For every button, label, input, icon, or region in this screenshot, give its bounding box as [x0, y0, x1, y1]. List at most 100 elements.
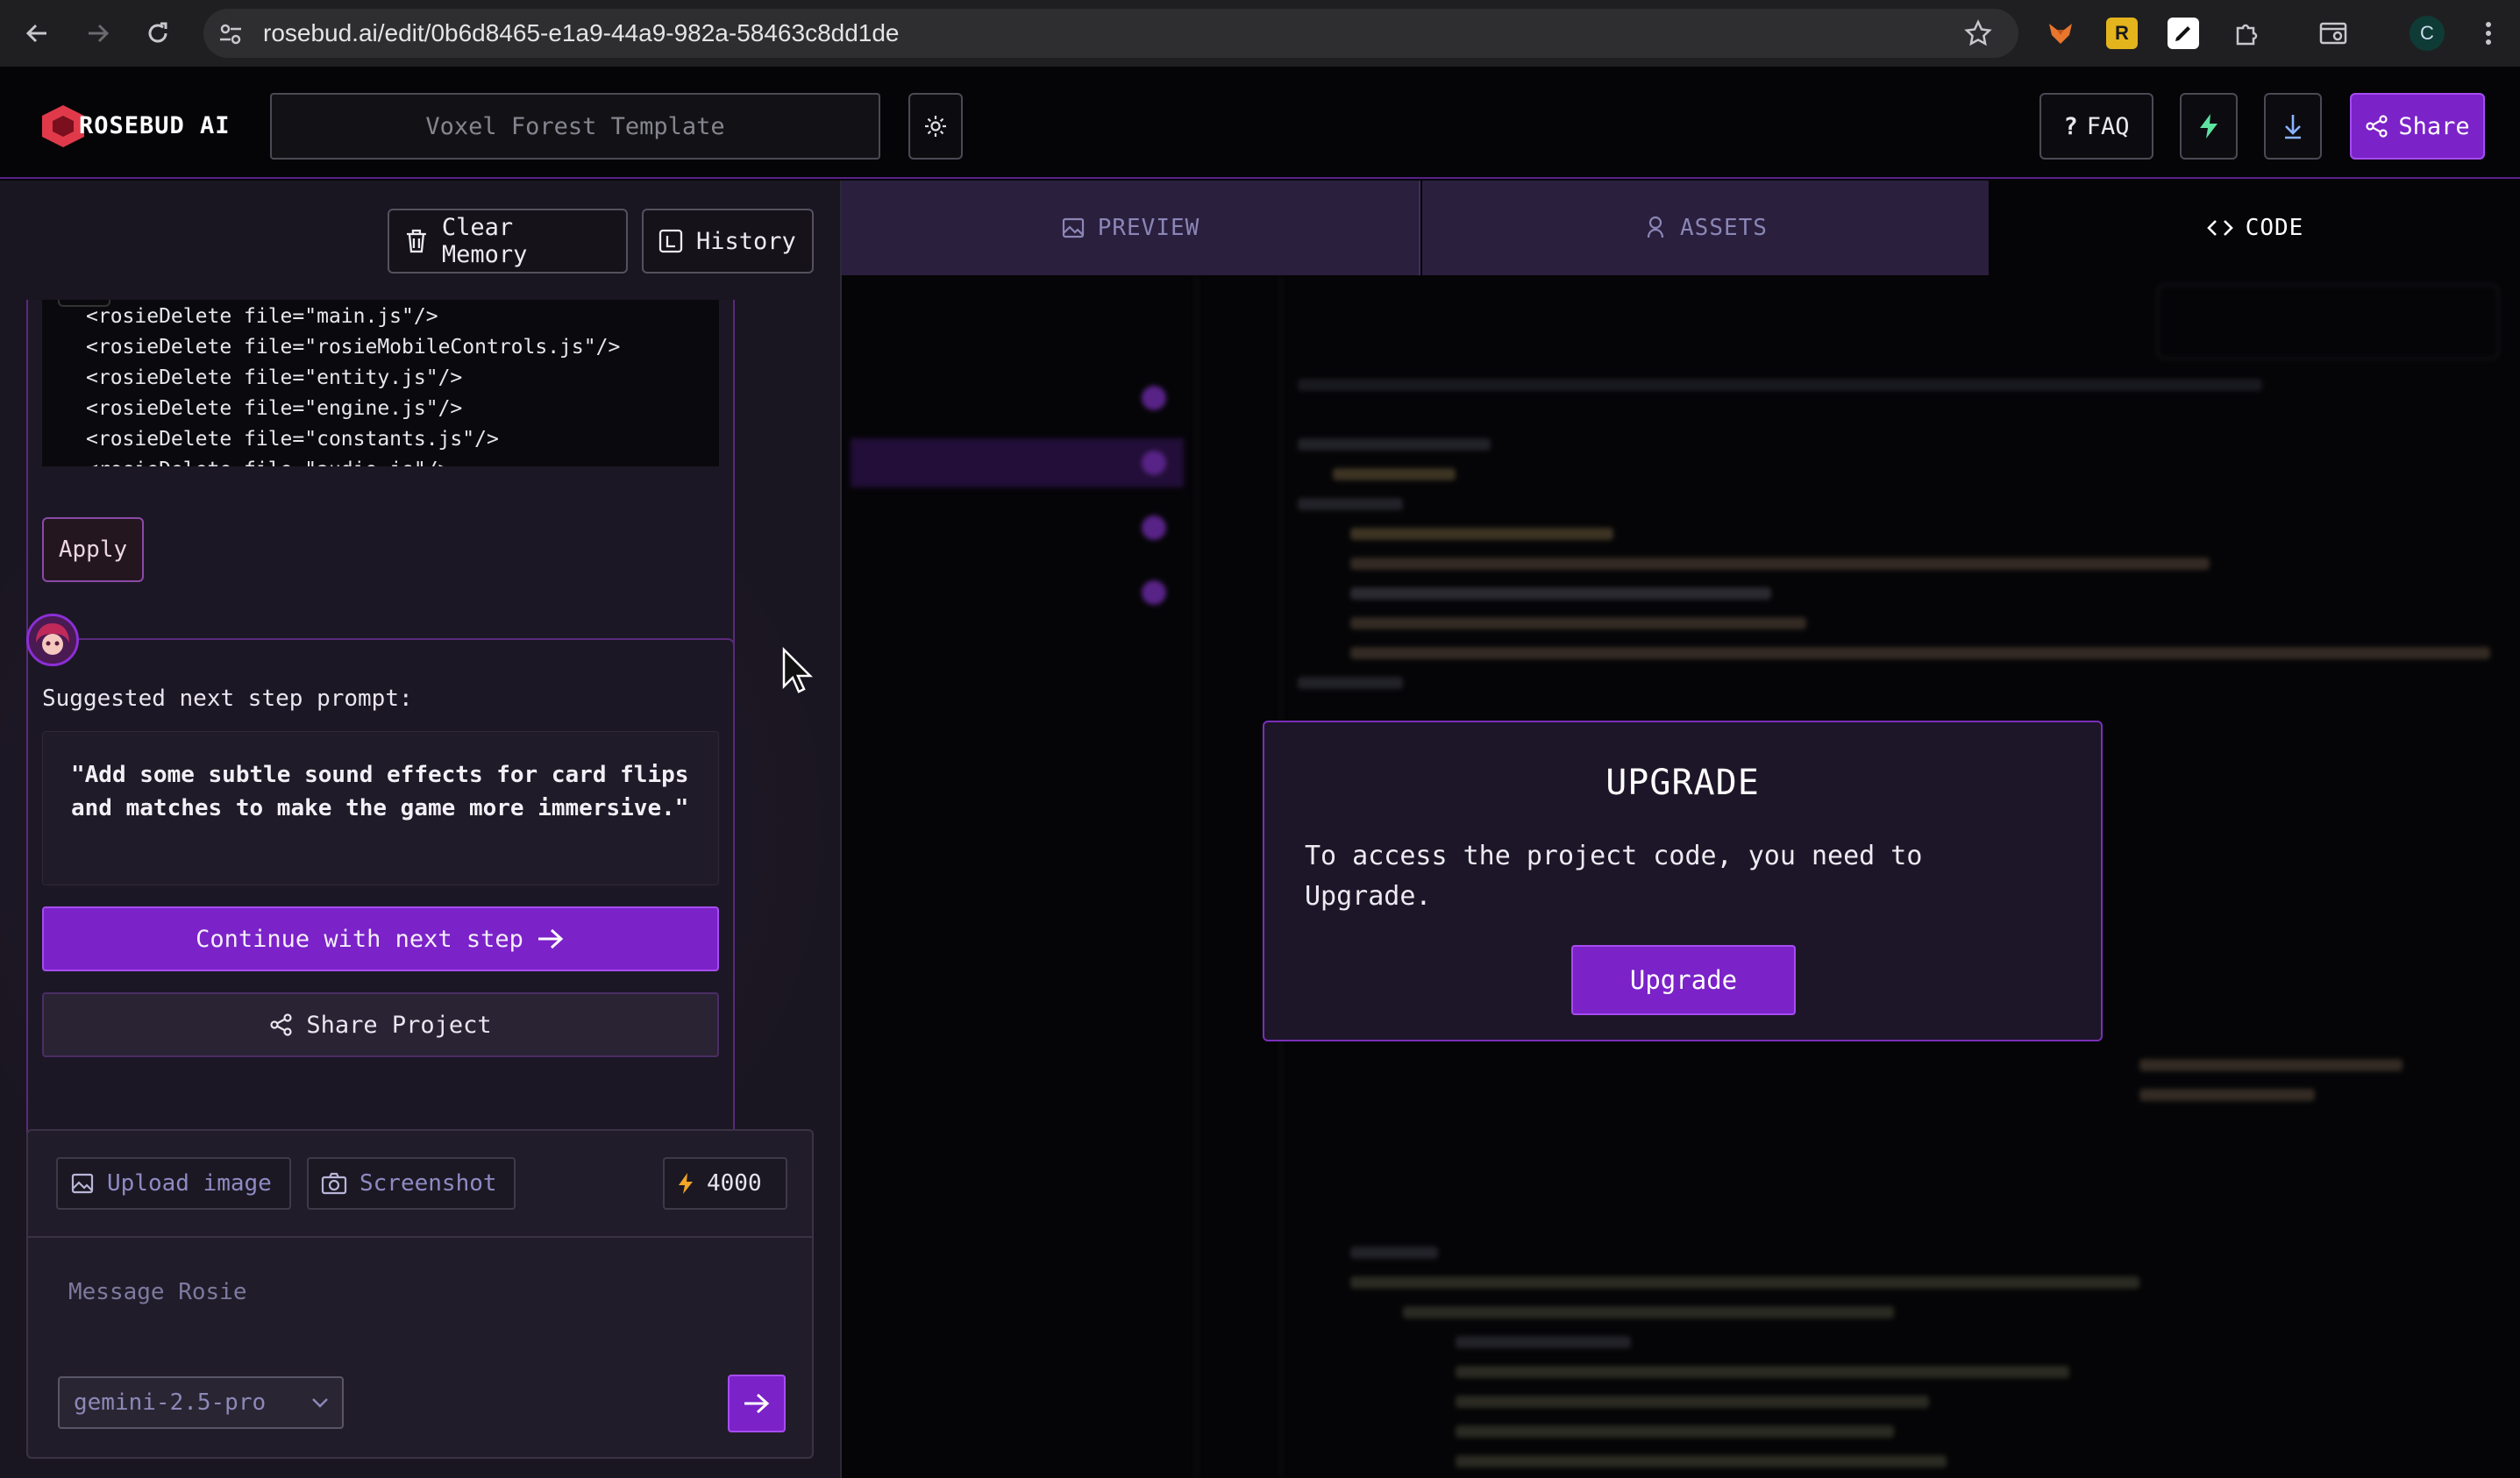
history-icon [658, 229, 683, 253]
fox-extension-icon[interactable] [2045, 18, 2076, 49]
boost-button[interactable] [2180, 93, 2238, 160]
blurred-code-line [1350, 528, 1613, 540]
apply-button[interactable]: Apply [42, 517, 144, 582]
blurred-code-line [1350, 1276, 2139, 1289]
share-project-button[interactable]: Share Project [42, 992, 719, 1057]
blurred-code-line [1456, 1336, 1631, 1348]
history-label: History [696, 227, 796, 255]
modal-message: To access the project code, you need to … [1305, 841, 1923, 912]
chat-panel: <rosieDelete file="main.js"/> <rosieDele… [0, 181, 840, 1478]
model-select[interactable]: gemini-2.5-pro [58, 1376, 344, 1429]
r-extension-icon[interactable]: R [2106, 18, 2138, 49]
pen-extension-icon[interactable] [2168, 18, 2199, 49]
code-icon [2206, 220, 2233, 236]
suggested-prompt: "Add some subtle sound effects for card … [42, 731, 719, 885]
blurred-code-line [2139, 1089, 2315, 1101]
bookmark-star-icon[interactable] [1964, 19, 1992, 51]
code-line: <rosieDelete file="entity.js"/> [86, 366, 463, 389]
mouse-cursor-icon [780, 646, 815, 700]
blurred-code-line [1456, 1425, 1894, 1438]
tab-preview-label: PREVIEW [1097, 215, 1200, 241]
extensions-puzzle-icon[interactable] [2231, 18, 2262, 49]
trash-icon [406, 229, 426, 253]
blurred-code-line [1298, 498, 1403, 510]
share-icon [270, 1013, 292, 1036]
continue-label: Continue with next step [196, 925, 523, 953]
blurred-code-line [1403, 1306, 1894, 1318]
suggestion-label: Suggested next step prompt: [42, 686, 413, 712]
file-tree-item [851, 503, 1184, 552]
message-composer: Upload image Screenshot 4000 gemini-2.5-… [26, 1129, 814, 1459]
credits-badge: 4000 [663, 1157, 787, 1210]
screenshot-label: Screenshot [359, 1170, 497, 1197]
tab-search-icon[interactable] [2318, 18, 2350, 49]
code-line: <rosieDelete file="engine.js"/> [86, 397, 463, 420]
blurred-code-line [1350, 647, 2490, 659]
lightning-icon [679, 1173, 693, 1194]
code-line: <rosieDelete file="audio.js"/> [86, 458, 450, 466]
settings-button[interactable] [908, 93, 963, 160]
image-icon [71, 1173, 94, 1194]
code-block: <rosieDelete file="main.js"/> <rosieDele… [42, 298, 719, 466]
gear-icon [925, 116, 946, 137]
blurred-code-line [1298, 438, 1491, 451]
clear-memory-button[interactable]: Clear Memory [388, 209, 628, 274]
camera-icon [321, 1172, 347, 1195]
url-text[interactable]: rosebud.ai/edit/0b6d8465-e1a9-44a9-982a-… [263, 19, 900, 47]
blurred-code-line [2139, 1059, 2403, 1071]
clear-memory-label: Clear Memory [441, 214, 528, 268]
image-icon [1062, 217, 1084, 238]
file-tree-item [851, 568, 1184, 617]
history-button[interactable]: History [642, 209, 814, 274]
share-label: Share [2398, 112, 2470, 140]
credits-count: 4000 [707, 1170, 762, 1197]
blurred-code-line [1333, 468, 1456, 480]
assets-icon [1647, 216, 1664, 238]
browser-menu-icon[interactable] [2473, 18, 2504, 49]
tab-assets-label: ASSETS [1680, 215, 1768, 241]
blurred-code-line [1350, 1247, 1438, 1259]
share-project-label: Share Project [306, 1011, 492, 1039]
tab-code[interactable]: CODE [1989, 181, 2520, 275]
send-button[interactable] [728, 1375, 786, 1432]
upgrade-modal: UPGRADE To access the project code, you … [1263, 721, 2103, 1041]
brand-name: ROSEBUD AI [79, 112, 231, 139]
composer-divider [28, 1236, 812, 1238]
code-line: <rosieDelete file="main.js"/> [86, 305, 438, 328]
forward-icon[interactable] [79, 14, 117, 53]
reload-icon[interactable] [139, 14, 177, 53]
download-button[interactable] [2264, 93, 2322, 160]
back-icon[interactable] [18, 14, 56, 53]
download-icon [2285, 115, 2301, 139]
chevron-down-icon [312, 1398, 328, 1408]
tab-preview[interactable]: PREVIEW [842, 181, 1420, 275]
blurred-code-line [1350, 617, 1806, 629]
screenshot-button[interactable]: Screenshot [307, 1157, 516, 1210]
site-settings-icon[interactable] [217, 21, 244, 51]
upload-image-button[interactable]: Upload image [56, 1157, 291, 1210]
browser-chrome: rosebud.ai/edit/0b6d8465-e1a9-44a9-982a-… [0, 0, 2520, 67]
blurred-code-line [1350, 558, 2210, 570]
code-line: <rosieDelete file="constants.js"/> [86, 428, 499, 451]
tab-assets[interactable]: ASSETS [1422, 181, 1989, 275]
share-button[interactable]: Share [2350, 93, 2485, 160]
message-input[interactable] [67, 1248, 786, 1336]
blurred-code-line [1298, 379, 2262, 391]
upgrade-button[interactable]: Upgrade [1571, 945, 1796, 1015]
blurred-code-line [1350, 587, 1771, 600]
blurred-code-line [1456, 1366, 2069, 1378]
project-name-field[interactable]: Voxel Forest Template [270, 93, 880, 160]
share-icon [2366, 115, 2388, 138]
file-tree-item [851, 438, 1184, 487]
faq-button[interactable]: ? FAQ [2039, 93, 2153, 160]
arrow-right-icon [744, 1393, 770, 1414]
tab-code-label: CODE [2245, 215, 2304, 241]
question-icon: ? [2063, 112, 2078, 140]
code-search-box [2157, 284, 2499, 359]
blurred-code-line [1456, 1396, 1929, 1408]
profile-avatar[interactable]: C [2410, 16, 2445, 51]
continue-next-step-button[interactable]: Continue with next step [42, 906, 719, 971]
code-line: <rosieDelete file="rosieMobileControls.j… [86, 336, 621, 359]
faq-label: FAQ [2086, 112, 2130, 140]
lightning-icon [2200, 114, 2217, 139]
